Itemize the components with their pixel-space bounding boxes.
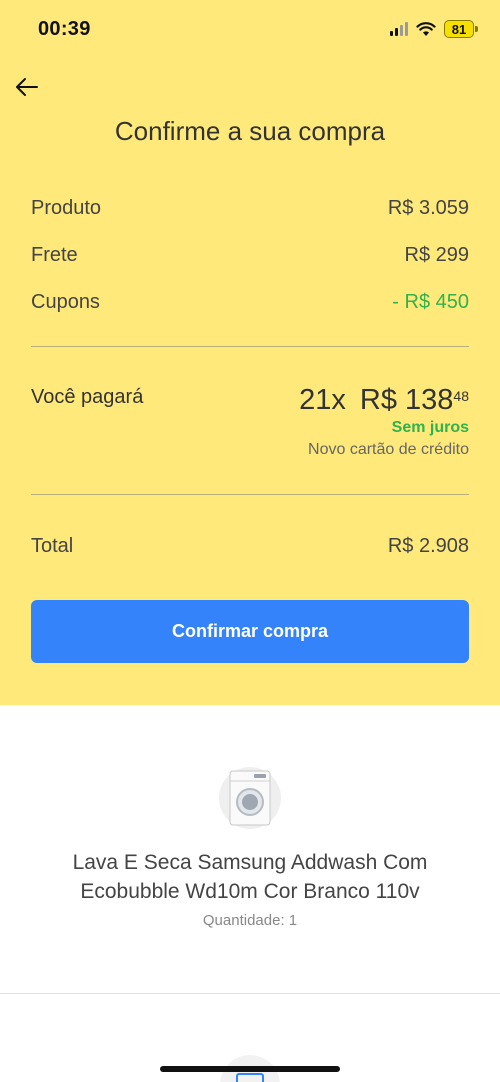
payment-amount: 21x R$ 13848 Sem juros Novo cartão de cré… [299, 384, 469, 459]
summary-row-produto: Produto R$ 3.059 [31, 197, 469, 220]
summary-label: Frete [31, 244, 78, 266]
coupon-discount-value: - R$ 450 [392, 291, 469, 313]
payment-method: Novo cartão de crédito [308, 441, 469, 458]
total-row: Total R$ 2.908 [31, 535, 469, 558]
summary-label: Cupons [31, 291, 100, 313]
divider [31, 346, 469, 347]
total-value: R$ 2.908 [387, 535, 469, 557]
status-time: 00:39 [38, 18, 91, 40]
divider [31, 494, 469, 495]
installment-value: R$ 138 [359, 384, 454, 416]
interest-free-label: Sem juros [391, 419, 469, 436]
washing-machine-icon [229, 770, 271, 826]
cellular-signal-icon [390, 22, 408, 36]
battery-icon: 81 [444, 20, 478, 38]
payment-label: Você pagará [31, 386, 144, 408]
product-quantity: Quantidade: 1 [202, 912, 298, 929]
installment-cents: 48 [453, 388, 469, 404]
summary-value: R$ 299 [404, 244, 470, 266]
product-thumbnail [219, 767, 281, 829]
total-label: Total [31, 535, 74, 557]
page-title: Confirme a sua compra [114, 116, 386, 146]
installment-count: 21x [299, 384, 346, 416]
summary-value: R$ 3.059 [387, 197, 469, 219]
summary-label: Produto [31, 197, 102, 219]
summary-row-cupons: Cupons - R$ 450 [31, 291, 469, 314]
installment-amount: 21x R$ 13848 [299, 384, 469, 417]
wifi-icon [416, 21, 436, 36]
home-indicator [160, 1066, 340, 1072]
back-arrow-icon[interactable] [12, 72, 42, 102]
status-icons: 81 [390, 20, 478, 38]
product-name: Lava E Seca Samsung Addwash Com Ecobubbl… [72, 851, 428, 903]
confirm-purchase-button[interactable]: Confirmar compra [31, 600, 469, 663]
card-icon [236, 1073, 264, 1082]
divider [0, 993, 500, 994]
summary-row-frete: Frete R$ 299 [31, 244, 469, 267]
